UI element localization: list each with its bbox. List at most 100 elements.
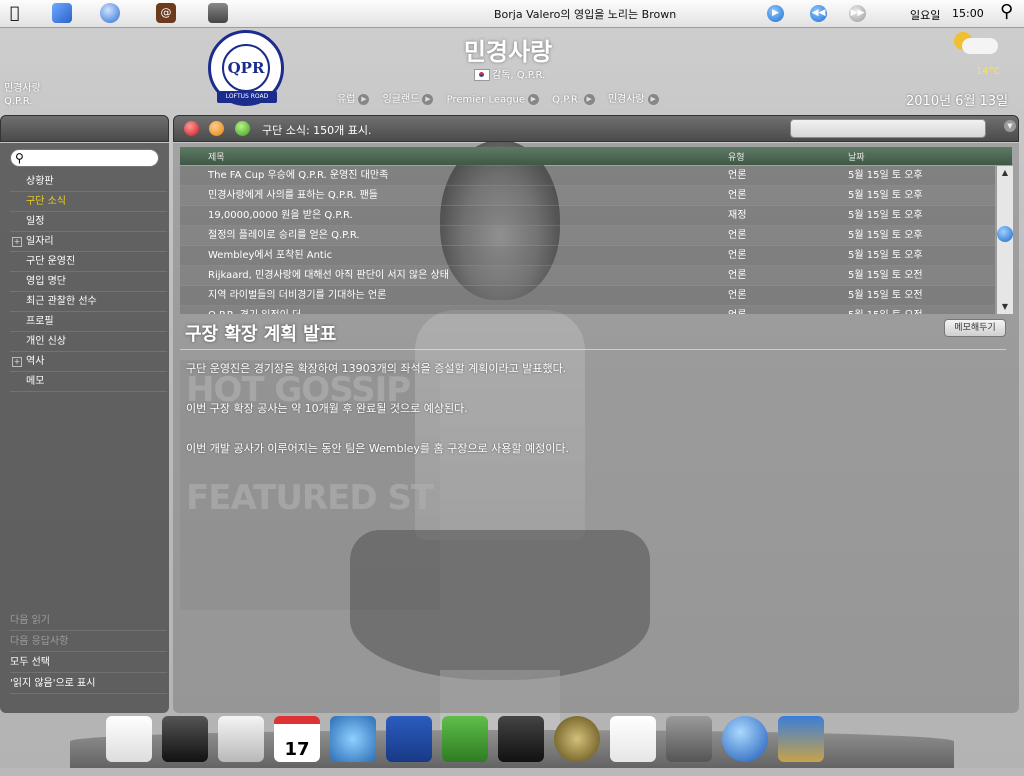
news-type: 언론 — [728, 190, 747, 201]
sidebar-action[interactable]: '읽지 않음'으로 표시 — [10, 673, 167, 694]
boots-icon[interactable] — [666, 716, 712, 762]
monitor-icon[interactable] — [162, 716, 208, 762]
news-date: 5월 15일 토 오전 — [848, 270, 923, 281]
day-label: 일요일 — [910, 9, 941, 22]
options-icon[interactable]: ▼ — [1004, 120, 1016, 132]
column-title[interactable]: 제목 — [208, 150, 225, 163]
radar-icon[interactable] — [554, 716, 600, 762]
scroll-thumb[interactable] — [997, 226, 1013, 242]
sidebar-item[interactable]: 메모 — [10, 372, 167, 392]
newspaper-icon[interactable] — [218, 716, 264, 762]
sidebar-item[interactable]: 영입 명단 — [10, 272, 167, 292]
fast-forward-icon[interactable]: ▶▶ — [849, 5, 866, 22]
system-preferences-icon[interactable] — [208, 3, 228, 23]
news-search-input[interactable] — [790, 119, 986, 138]
manager-name-side: 민경사랑 — [4, 83, 41, 94]
news-type: 언론 — [728, 290, 747, 301]
chevron-right-icon: ▶ — [358, 93, 370, 105]
news-type: 언론 — [728, 270, 747, 281]
sidebar-item-label: 구단 소식 — [26, 196, 66, 207]
breadcrumb-europe[interactable]: 유럽 ▶ — [337, 90, 370, 105]
news-date: 5월 15일 토 오전 — [848, 290, 923, 301]
news-type: 언론 — [728, 250, 747, 261]
breadcrumb-qpr[interactable]: Q.P.R. ▶ — [552, 93, 595, 105]
table-scrollbar[interactable]: ▲ ▼ — [996, 166, 1013, 314]
chevron-right-icon: ▶ — [583, 93, 595, 105]
play-icon[interactable]: ▶ — [767, 5, 784, 22]
sidebar-item[interactable]: 일정 — [10, 212, 167, 232]
sidebar-search-input[interactable]: ⚲ — [10, 149, 159, 167]
sidebar-item[interactable]: 상황판 — [10, 172, 167, 192]
clock: 15:00 — [952, 7, 984, 20]
sidebar-action[interactable]: 다음 응답사항 — [10, 631, 167, 652]
sidebar-item-label: 개인 신상 — [26, 336, 66, 347]
expand-icon[interactable]: + — [12, 237, 22, 247]
memo-button[interactable]: 메모해두기 — [944, 319, 1006, 337]
table-row[interactable]: Wembley에서 포착된 Antic 언론 5월 15일 토 오후 — [180, 246, 995, 266]
club-short-side: Q.P.R. — [4, 96, 33, 107]
table-row[interactable]: 지역 라이벌들의 더비경기를 기대하는 언론 언론 5월 15일 토 오전 — [180, 286, 995, 306]
scroll-down-icon[interactable]: ▼ — [997, 300, 1013, 314]
club-crest-logo[interactable]: QPR LOFTUS ROAD — [208, 30, 284, 106]
table-row[interactable]: 19,0000,0000 원을 받은 Q.P.R. 재정 5월 15일 토 오후 — [180, 206, 995, 226]
sidebar-item[interactable]: + 역사 — [10, 352, 167, 372]
search-icon: ⚲ — [15, 151, 24, 165]
breadcrumb-manager[interactable]: 민경사랑 ▶ — [608, 90, 659, 105]
safari-icon[interactable] — [100, 3, 120, 23]
spotlight-search-icon[interactable]: ⚲ — [1000, 1, 1013, 22]
chevron-right-icon: ▶ — [527, 93, 539, 105]
finder-icon[interactable] — [52, 3, 72, 23]
news-title: 19,0000,0000 원을 받은 Q.P.R. — [208, 210, 353, 221]
trophy-icon[interactable] — [498, 716, 544, 762]
sidebar-item[interactable]: 개인 신상 — [10, 332, 167, 352]
zoom-button[interactable] — [235, 121, 250, 136]
close-button[interactable] — [184, 121, 199, 136]
sidebar-item[interactable]: 구단 운영진 — [10, 252, 167, 272]
breadcrumb-premier-league[interactable]: Premier League ▶ — [447, 93, 539, 105]
news-title: 지역 라이벌들의 더비경기를 기대하는 언론 — [208, 290, 387, 301]
minimize-button[interactable] — [209, 121, 224, 136]
chevron-right-icon: ▶ — [422, 93, 434, 105]
sidebar-action[interactable]: 다음 읽기 — [10, 610, 167, 631]
news-title: Rijkaard, 민경사랑에 대해선 아직 판단이 서지 않은 상태 — [208, 270, 449, 281]
rewind-icon[interactable]: ◀◀ — [810, 5, 827, 22]
notepad-icon[interactable] — [610, 716, 656, 762]
sidebar-item-label: 최근 관찰한 선수 — [26, 296, 97, 307]
address-book-icon[interactable]: @ — [156, 3, 176, 23]
sidebar-header — [0, 115, 169, 142]
sidebar-item-label: 프로필 — [26, 316, 54, 327]
article-paragraph: 이번 구장 확장 공사는 약 10개월 후 완료될 것으로 예상된다. — [186, 402, 468, 415]
stadium-icon[interactable] — [330, 716, 376, 762]
table-row[interactable]: 민경사랑에게 사의를 표하는 Q.P.R. 팬들 언론 5월 15일 토 오후 — [180, 186, 995, 206]
article-paragraph: 이번 개발 공사가 이루어지는 동안 팀은 Wembley를 홈 구장으로 사용… — [186, 442, 569, 455]
globe-binoculars-icon[interactable] — [722, 716, 768, 762]
table-row[interactable]: Rijkaard, 민경사랑에 대해선 아직 판단이 서지 않은 상태 언론 5월 … — [180, 266, 995, 286]
tactics-board-icon[interactable] — [386, 716, 432, 762]
table-row[interactable]: The FA Cup 우승에 Q.P.R. 운영진 대만족 언론 5월 15일 토 … — [180, 166, 995, 186]
column-type[interactable]: 유형 — [728, 150, 745, 163]
table-row[interactable]: Q.P.R. 경기 일정이 더 ... 언론 5월 15일 토 오전 — [180, 306, 995, 314]
breadcrumb-england[interactable]: 잉글랜드 ▶ — [383, 90, 434, 105]
sidebar-item[interactable]: 최근 관찰한 선수 — [10, 292, 167, 312]
sidebar-item[interactable]: + 일자리 — [10, 232, 167, 252]
sidebar-item-label: 상황판 — [26, 176, 54, 187]
home-icon[interactable] — [106, 716, 152, 762]
sidebar-item[interactable]: 프로필 — [10, 312, 167, 332]
apple-icon[interactable]:  — [10, 3, 30, 23]
news-date: 5월 15일 토 오후 — [848, 230, 923, 241]
scroll-up-icon[interactable]: ▲ — [997, 166, 1013, 180]
training-pitch-icon[interactable] — [442, 716, 488, 762]
expand-icon[interactable]: + — [12, 357, 22, 367]
news-type: 언론 — [728, 306, 746, 314]
sidebar-item-label: 메모 — [26, 376, 45, 387]
finance-cards-icon[interactable] — [778, 716, 824, 762]
sidebar-action[interactable]: 모두 선택 — [10, 652, 167, 673]
calendar-icon[interactable]: 17 — [274, 716, 320, 762]
table-row[interactable]: 절정의 플레이로 승리를 얻은 Q.P.R. 언론 5월 15일 토 오후 — [180, 226, 995, 246]
column-date[interactable]: 날짜 — [848, 150, 865, 163]
sidebar-item-label: 영입 명단 — [26, 276, 66, 287]
news-date: 5월 15일 토 오후 — [848, 190, 923, 201]
article-paragraph: 구단 운영진은 경기장을 확장하여 13903개의 좌석을 증설할 계획이라고 … — [186, 362, 567, 375]
sidebar-item[interactable]: 구단 소식 — [10, 192, 167, 212]
breadcrumb: 유럽 ▶ 잉글랜드 ▶ Premier League ▶ Q.P.R. ▶ 민경사랑 ▶ — [337, 90, 669, 105]
